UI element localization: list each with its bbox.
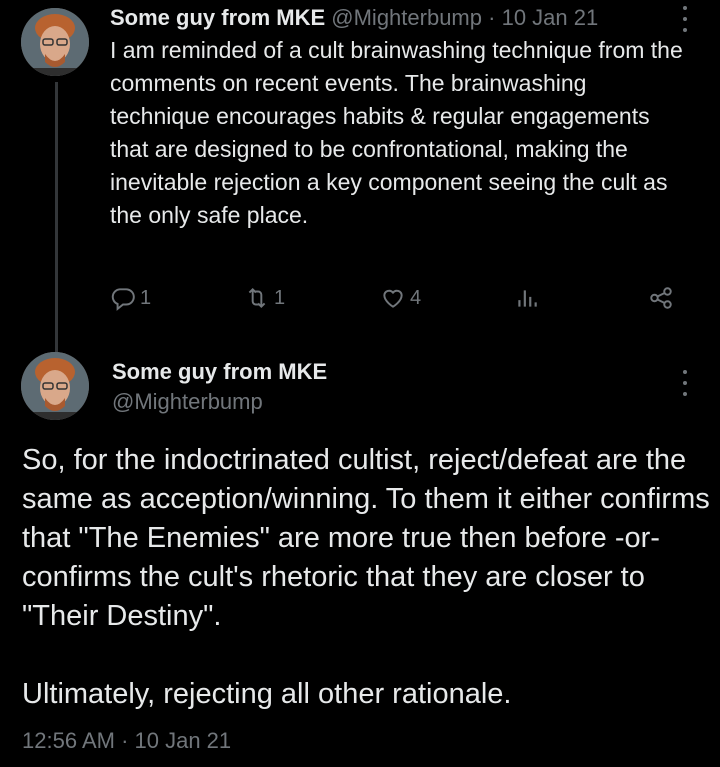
more-icon[interactable]	[678, 6, 692, 32]
tweet-paragraph: Ultimately, rejecting all other rational…	[22, 678, 512, 710]
reply-button[interactable]: 1	[110, 283, 151, 313]
repost-count: 1	[274, 286, 286, 309]
like-button[interactable]: 4	[380, 283, 421, 313]
views-icon	[518, 290, 537, 307]
repost-icon	[248, 287, 266, 309]
tweet-timestamp[interactable]: 12:56 AM · 10 Jan 21	[22, 727, 231, 755]
tweet-actions: 1 1 4	[110, 283, 678, 313]
avatar[interactable]	[21, 8, 89, 76]
reply-icon	[111, 288, 135, 311]
author-name[interactable]: Some guy from MKE	[110, 5, 325, 30]
share-button[interactable]	[648, 283, 674, 313]
views-button[interactable]	[514, 283, 540, 313]
like-icon	[383, 289, 403, 308]
tweet-header: Some guy from MKE @Mighterbump · 10 Jan …	[110, 4, 598, 32]
share-icon	[650, 287, 672, 309]
tweet-text: So, for the indoctrinated cultist, rejec…	[22, 441, 712, 714]
avatar[interactable]	[21, 352, 89, 420]
author-handle[interactable]: @Mighterbump	[331, 5, 482, 30]
tweet-text: I am reminded of a cult brainwashing tec…	[110, 37, 683, 228]
reply-count: 1	[140, 286, 152, 309]
separator: ·	[488, 5, 496, 30]
like-count: 4	[410, 286, 422, 309]
tweet-date[interactable]: 10 Jan 21	[502, 5, 599, 30]
repost-button[interactable]: 1	[244, 283, 285, 313]
thread-line	[55, 82, 58, 352]
author-name[interactable]: Some guy from MKE	[112, 358, 327, 386]
more-icon[interactable]	[678, 370, 692, 396]
tweet-paragraph: So, for the indoctrinated cultist, rejec…	[22, 444, 710, 632]
author-handle[interactable]: @Mighterbump	[112, 388, 263, 416]
